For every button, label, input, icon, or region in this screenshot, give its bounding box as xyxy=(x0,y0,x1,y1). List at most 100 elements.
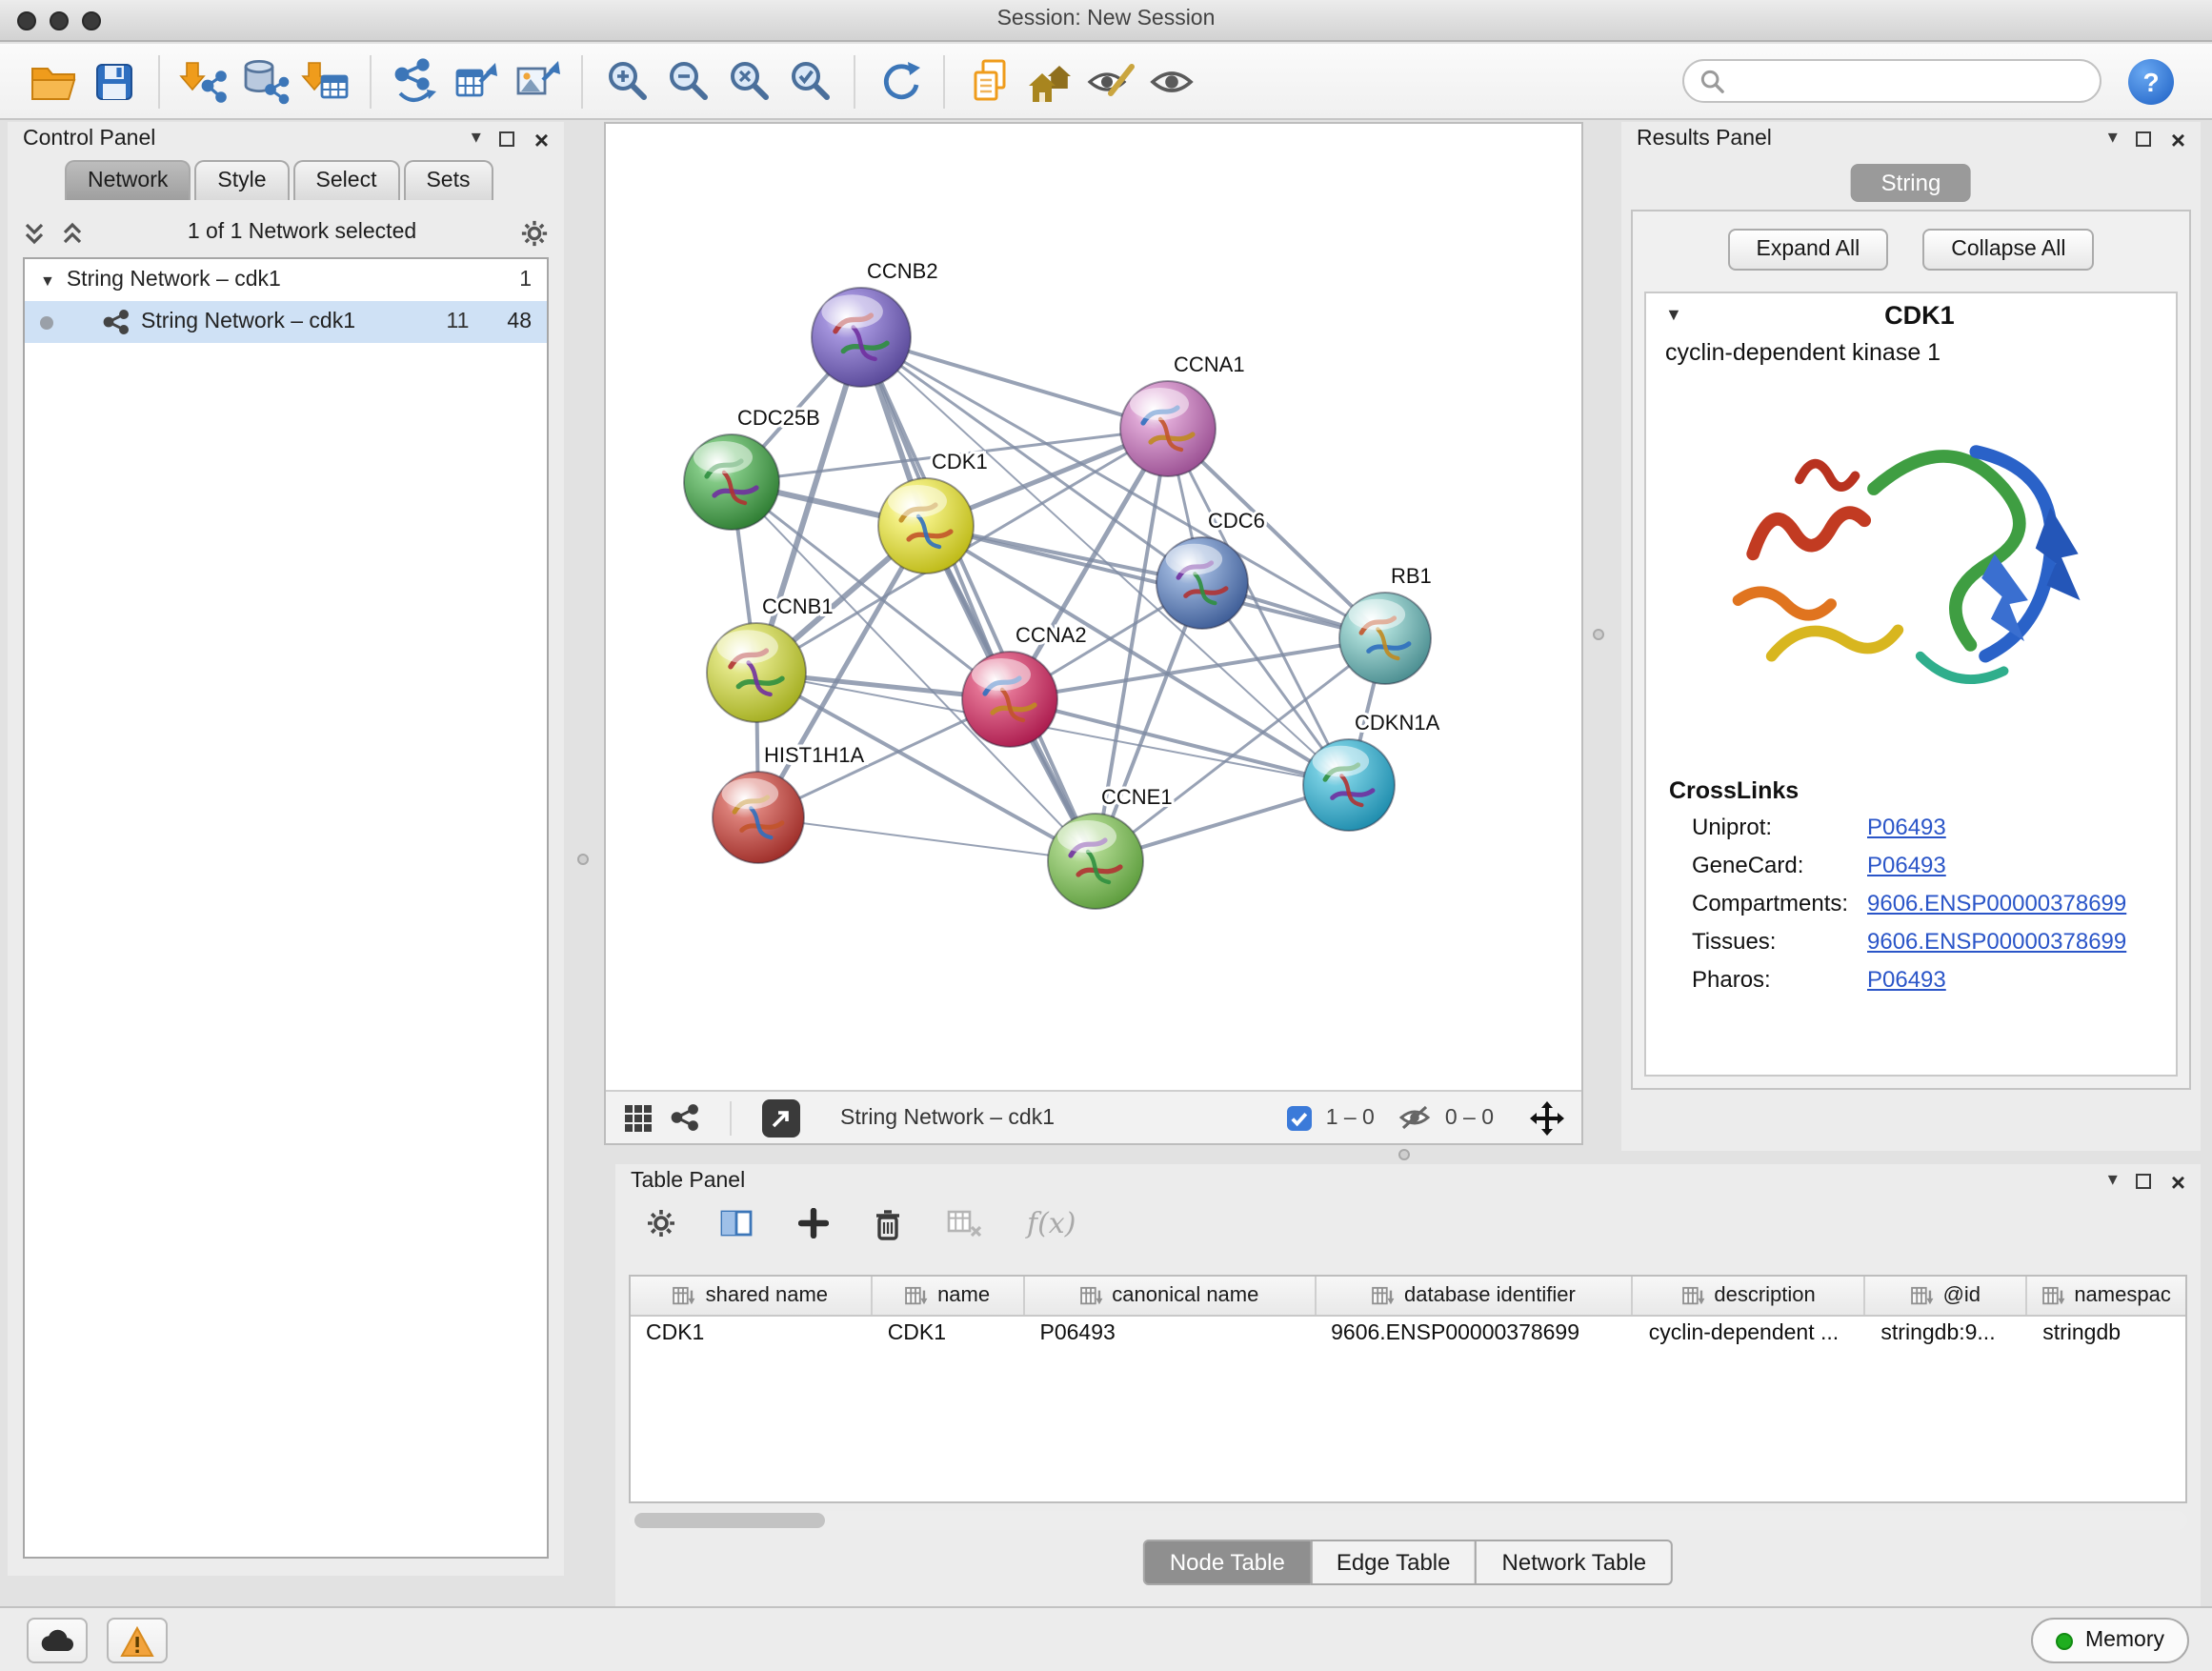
table-header-row: shared name name canonical name database… xyxy=(631,1277,2185,1317)
hide-annotations-button[interactable] xyxy=(1080,50,1141,111)
protein-structure-image xyxy=(1692,377,2130,758)
tab-edge-table[interactable]: Edge Table xyxy=(1310,1540,1478,1585)
network-node-CCNA2[interactable] xyxy=(962,652,1057,747)
add-column-plus-icon[interactable] xyxy=(798,1208,829,1238)
search-input[interactable] xyxy=(1734,68,2084,94)
memory-button[interactable]: Memory xyxy=(2032,1618,2189,1663)
network-edge[interactable] xyxy=(926,526,1385,638)
open-in-browser-button[interactable] xyxy=(762,1098,800,1137)
control-panel-close-icon[interactable]: × xyxy=(534,127,549,151)
expand-all-chevrons-icon[interactable] xyxy=(23,220,46,245)
column-header[interactable]: shared name xyxy=(631,1277,873,1315)
function-builder-fx[interactable]: f(x) xyxy=(1027,1206,1076,1240)
results-panel-close-icon[interactable]: × xyxy=(2171,127,2185,151)
scrollbar-thumb[interactable] xyxy=(634,1513,825,1528)
gear-icon[interactable] xyxy=(520,218,549,247)
network-node-CCNB1[interactable] xyxy=(707,623,806,722)
network-tree-child-row[interactable]: String Network – cdk1 11 48 xyxy=(25,301,547,343)
column-header[interactable]: canonical name xyxy=(1025,1277,1317,1315)
table-panel-collapse-icon[interactable]: ▾ xyxy=(2108,1172,2118,1191)
zoom-in-button[interactable] xyxy=(596,50,657,111)
collapse-all-button[interactable]: Collapse All xyxy=(1922,229,2094,271)
crosslink-link[interactable]: P06493 xyxy=(1867,852,1946,878)
network-node-CCNB2[interactable] xyxy=(812,288,911,387)
bottom-splitter-handle[interactable] xyxy=(1398,1149,1410,1160)
move-crosshair-icon[interactable] xyxy=(1530,1100,1564,1135)
export-image-button[interactable] xyxy=(507,50,568,111)
crosslink-link[interactable]: P06493 xyxy=(1867,814,1946,840)
network-tree-root-row[interactable]: ▼ String Network – cdk1 1 xyxy=(25,259,547,301)
show-columns-icon[interactable] xyxy=(720,1208,754,1238)
save-session-button[interactable] xyxy=(84,50,145,111)
network-node-HIST1H1A[interactable] xyxy=(713,772,804,863)
results-panel-float-icon[interactable] xyxy=(2137,131,2152,147)
table-panel-close-icon[interactable]: × xyxy=(2171,1169,2185,1194)
expand-all-button[interactable]: Expand All xyxy=(1728,229,1889,271)
crosslink-link[interactable]: 9606.ENSP00000378699 xyxy=(1867,890,2126,916)
tab-node-table[interactable]: Node Table xyxy=(1143,1540,1312,1585)
network-edge[interactable] xyxy=(1010,699,1349,785)
birdseye-grid-icon[interactable] xyxy=(623,1102,654,1133)
network-node-CCNE1[interactable] xyxy=(1048,814,1143,909)
clone-network-button[interactable] xyxy=(958,50,1019,111)
string-results-tab[interactable]: String xyxy=(1851,164,1972,202)
column-header[interactable]: @id xyxy=(1865,1277,2027,1315)
network-node-CDC6[interactable] xyxy=(1156,537,1248,629)
tree-expand-icon[interactable]: ▼ xyxy=(40,272,55,289)
network-node-RB1[interactable] xyxy=(1339,593,1431,684)
cell-canonical-name: P06493 xyxy=(1025,1317,1317,1355)
import-network-file-button[interactable] xyxy=(173,50,234,111)
network-node-CDC25B[interactable] xyxy=(684,434,779,530)
tab-sets[interactable]: Sets xyxy=(403,160,493,200)
import-network-database-button[interactable] xyxy=(234,50,295,111)
network-edge[interactable] xyxy=(861,337,1096,861)
zoom-fit-button[interactable] xyxy=(718,50,779,111)
table-panel-float-icon[interactable] xyxy=(2137,1174,2152,1189)
network-node-CCNA1[interactable] xyxy=(1120,381,1216,476)
column-header[interactable]: namespac xyxy=(2027,1277,2185,1315)
warnings-button[interactable] xyxy=(107,1618,168,1663)
network-edge[interactable] xyxy=(758,817,1096,861)
network-node-CDK1[interactable] xyxy=(878,478,974,574)
section-collapse-icon[interactable]: ▼ xyxy=(1665,305,1682,324)
share-view-icon[interactable] xyxy=(671,1103,699,1132)
table-horizontal-scrollbar[interactable] xyxy=(629,1511,2187,1530)
table-settings-gear-icon[interactable] xyxy=(646,1208,676,1238)
hidden-eye-slash-icon[interactable] xyxy=(1399,1105,1432,1130)
tab-network-table[interactable]: Network Table xyxy=(1476,1540,1674,1585)
column-header[interactable]: description xyxy=(1634,1277,1866,1315)
delete-table-icon[interactable] xyxy=(947,1208,983,1238)
toolbar-search[interactable] xyxy=(1682,59,2101,103)
right-splitter-handle[interactable] xyxy=(1593,629,1604,640)
tab-select[interactable]: Select xyxy=(293,160,400,200)
table-row[interactable]: CDK1 CDK1 P06493 9606.ENSP00000378699 cy… xyxy=(631,1317,2185,1355)
show-annotations-button[interactable] xyxy=(1141,50,1202,111)
control-panel-float-icon[interactable] xyxy=(500,131,515,147)
left-splitter-handle[interactable] xyxy=(577,854,589,865)
open-session-button[interactable] xyxy=(23,50,84,111)
export-table-button[interactable] xyxy=(446,50,507,111)
tab-network[interactable]: Network xyxy=(65,160,191,200)
column-header[interactable]: name xyxy=(873,1277,1025,1315)
network-canvas[interactable]: CCNB2CCNA1CDC25BCDK1CDC6RB1CCNB1CCNA2CDK… xyxy=(606,124,1581,1090)
selected-checkbox-icon[interactable] xyxy=(1286,1104,1313,1131)
collapse-all-chevrons-icon[interactable] xyxy=(61,220,84,245)
help-button[interactable]: ? xyxy=(2128,58,2174,104)
crosslink-link[interactable]: P06493 xyxy=(1867,966,1946,993)
node-table[interactable]: shared name name canonical name database… xyxy=(629,1275,2187,1503)
results-panel-collapse-icon[interactable]: ▾ xyxy=(2108,130,2118,149)
import-table-file-button[interactable] xyxy=(295,50,356,111)
delete-column-trash-icon[interactable] xyxy=(873,1207,903,1239)
tab-style[interactable]: Style xyxy=(194,160,289,200)
column-header[interactable]: database identifier xyxy=(1316,1277,1634,1315)
crosslink-link[interactable]: 9606.ENSP00000378699 xyxy=(1867,928,2126,955)
zoom-selected-button[interactable] xyxy=(779,50,840,111)
genemania-homes-button[interactable] xyxy=(1019,50,1080,111)
network-node-CDKN1A[interactable] xyxy=(1303,739,1395,831)
control-panel-collapse-icon[interactable]: ▾ xyxy=(472,130,481,149)
new-network-button[interactable] xyxy=(385,50,446,111)
refresh-button[interactable] xyxy=(869,50,930,111)
network-tree: ▼ String Network – cdk1 1 String Network… xyxy=(23,257,549,1559)
zoom-out-button[interactable] xyxy=(657,50,718,111)
cloud-button[interactable] xyxy=(27,1618,88,1663)
